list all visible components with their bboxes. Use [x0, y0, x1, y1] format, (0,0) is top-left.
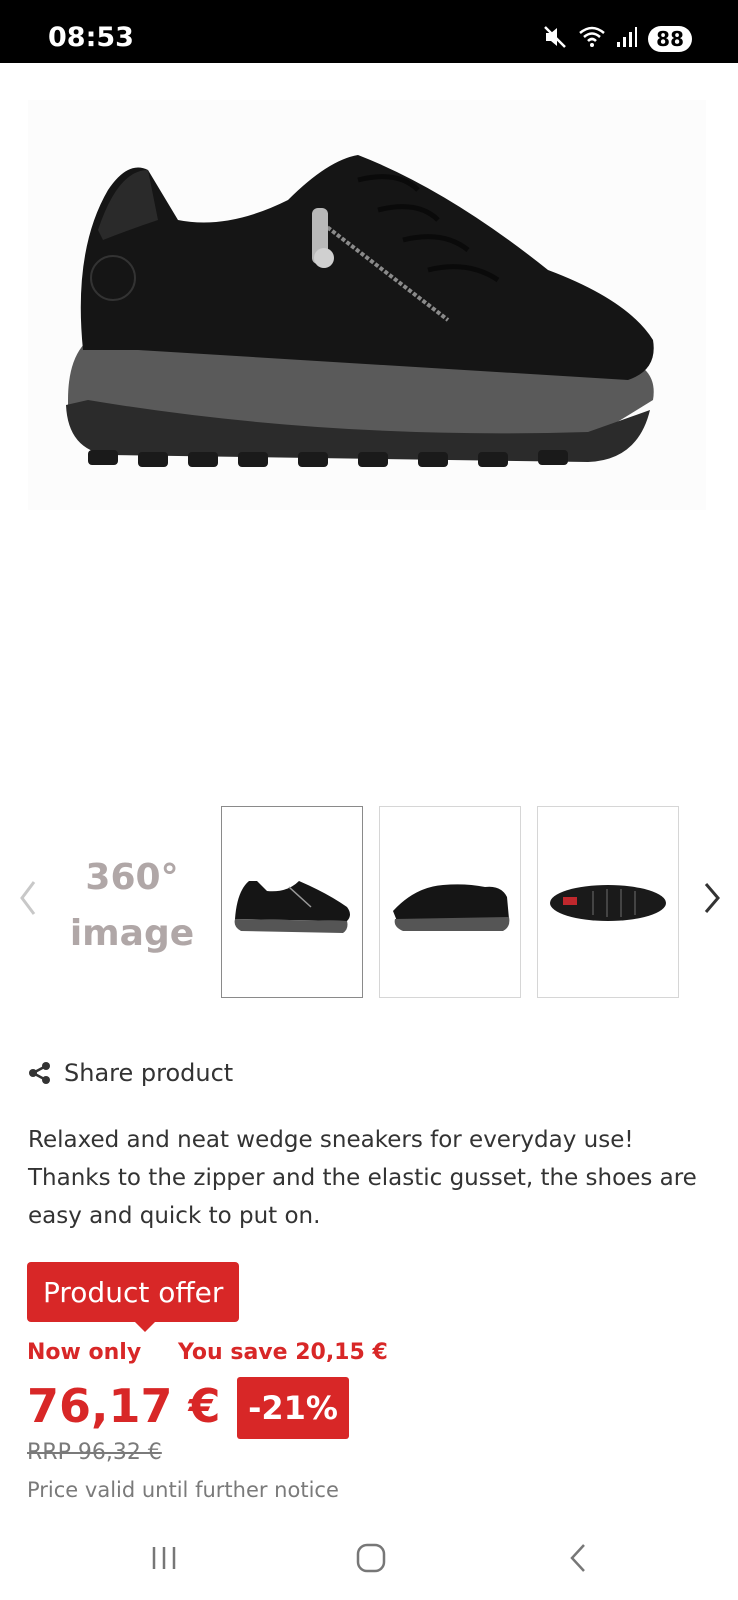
status-icons: 88: [542, 24, 692, 54]
share-label: Share product: [64, 1059, 234, 1087]
status-time: 08:53: [48, 22, 134, 53]
sneaker-other-side-view-image: [393, 884, 510, 931]
share-icon: [29, 1062, 50, 1084]
360-image-button[interactable]: 360° image: [62, 850, 202, 962]
product-hero-image[interactable]: [28, 100, 706, 510]
home-button[interactable]: [341, 1538, 401, 1578]
product-price: 76,17 €: [27, 1379, 221, 1433]
chevron-left-icon: [20, 881, 36, 915]
thumbnail-2[interactable]: [379, 806, 521, 998]
sneaker-side-view-image: [234, 881, 350, 933]
label-360-line1: 360°: [85, 857, 179, 898]
mute-icon: [542, 24, 568, 55]
recent-apps-icon: [152, 1547, 176, 1569]
sneaker-sole-view-image: [550, 885, 666, 921]
wifi-icon: [578, 25, 606, 54]
discount-badge: -21%: [237, 1377, 349, 1439]
now-only-label: Now only: [27, 1340, 142, 1365]
recent-apps-button[interactable]: [134, 1538, 194, 1578]
product-offer-badge: Product offer: [27, 1262, 240, 1332]
home-icon: [356, 1543, 386, 1573]
thumbnail-1[interactable]: [221, 806, 363, 998]
product-description: Relaxed and neat wedge sneakers for ever…: [28, 1127, 697, 1229]
share-product-button[interactable]: Share product: [28, 1055, 233, 1091]
battery-indicator: 88: [648, 26, 692, 52]
chevron-right-icon: [704, 883, 720, 913]
you-save-label: You save 20,15 €: [178, 1340, 388, 1365]
price-validity-note: Price valid until further notice: [27, 1478, 339, 1502]
signal-icon: [616, 26, 638, 53]
rrp-price: RRP 96,32 €: [27, 1440, 162, 1465]
status-bar: 08:53 88: [0, 0, 738, 63]
gallery-prev-button[interactable]: [8, 868, 48, 928]
back-button[interactable]: [548, 1538, 608, 1578]
sneaker-image: [66, 155, 654, 467]
label-360-line2: image: [69, 913, 195, 954]
system-navigation-bar: [0, 1518, 738, 1600]
back-icon: [570, 1544, 585, 1572]
gallery-next-button[interactable]: [692, 868, 732, 928]
thumbnail-3[interactable]: [537, 806, 679, 998]
